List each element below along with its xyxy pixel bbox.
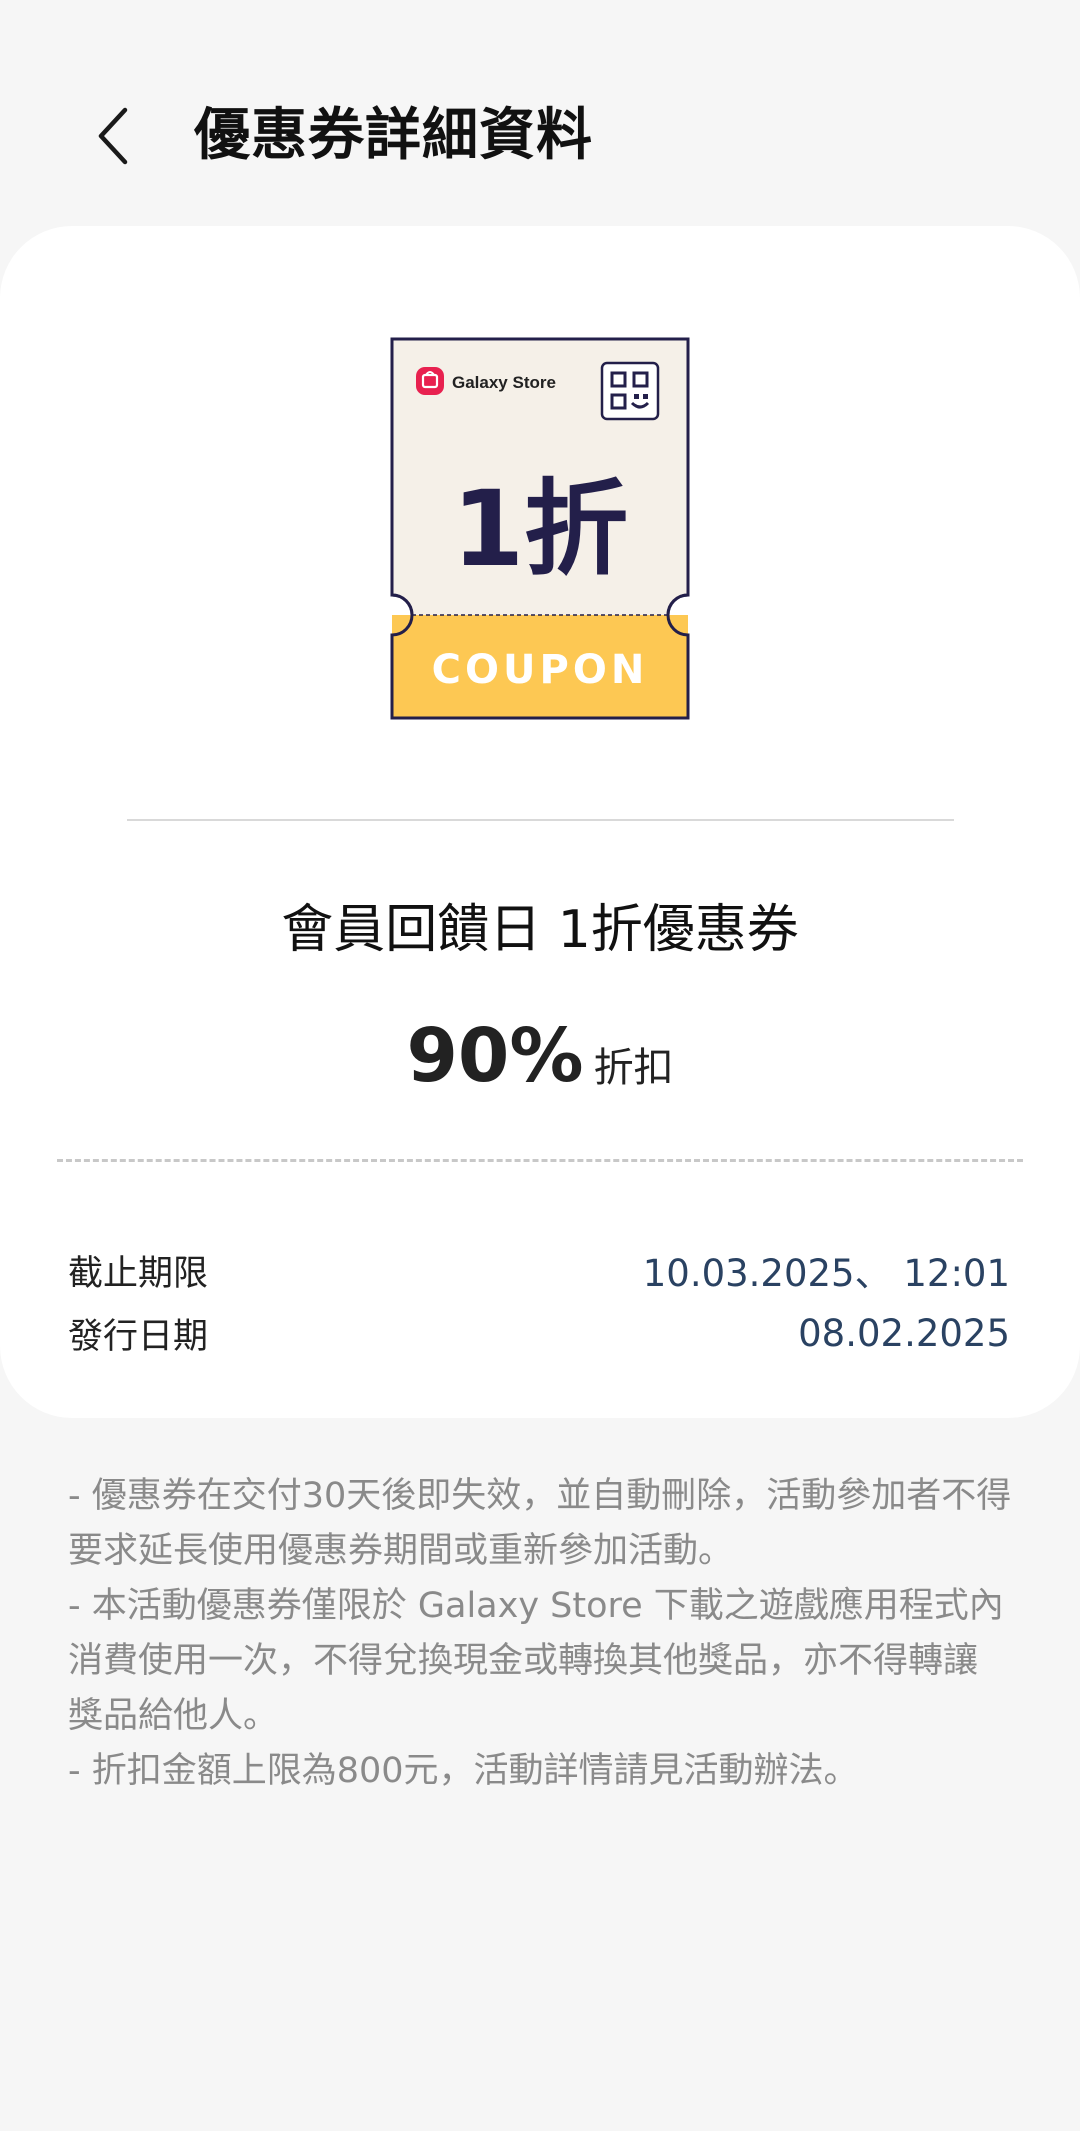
discount-row: 90% 折扣 xyxy=(0,1008,1080,1124)
galaxy-store-icon xyxy=(416,367,444,395)
expiry-label: 截止期限 xyxy=(68,1253,209,1294)
note-line: - 折扣金額上限為800元，活動詳情請見活動辦法。 xyxy=(68,1751,859,1791)
qr-code-icon xyxy=(600,361,660,421)
note-line: 消費使用一次，不得兌換現金或轉換其他獎品，亦不得轉讓 xyxy=(68,1641,979,1681)
expiry-value: 10.03.2025、 12:01 xyxy=(642,1252,1010,1295)
section-divider xyxy=(127,819,954,821)
issue-date-label: 發行日期 xyxy=(68,1316,209,1357)
note-line: - 本活動優惠券僅限於 Galaxy Store 下載之遊戲應用程式內 xyxy=(68,1586,1004,1626)
page-title: 優惠券詳細資料 xyxy=(194,103,593,168)
coupon-brand: Galaxy Store xyxy=(452,373,556,392)
back-button[interactable] xyxy=(78,96,148,176)
coupon-value-text: 1折 xyxy=(452,468,628,590)
chevron-left-icon xyxy=(98,107,128,165)
note-line: 獎品給他人。 xyxy=(68,1696,279,1736)
coupon-image: Galaxy Store 1折 COUPON xyxy=(390,337,690,720)
issue-date-row: 發行日期 08.02.2025 xyxy=(68,1305,1010,1361)
discount-value: 90% xyxy=(406,1013,584,1099)
terms-notes: - 優惠券在交付30天後即失效，並自動刪除，活動參加者不得 要求延長使用優惠券期… xyxy=(68,1469,1028,1799)
note-line: - 優惠券在交付30天後即失效，並自動刪除，活動參加者不得 xyxy=(68,1476,1012,1516)
issue-date-value: 08.02.2025 xyxy=(798,1311,1010,1355)
note-line: 要求延長使用優惠券期間或重新參加活動。 xyxy=(68,1531,734,1571)
dashed-divider xyxy=(57,1159,1023,1162)
discount-label: 折扣 xyxy=(593,1045,674,1091)
expiry-row: 截止期限 10.03.2025、 12:01 xyxy=(68,1242,1010,1298)
coupon-name: 會員回饋日 1折優惠券 xyxy=(281,900,799,960)
app-header: 優惠券詳細資料 xyxy=(0,0,1080,230)
coupon-band-text: COUPON xyxy=(432,647,649,693)
